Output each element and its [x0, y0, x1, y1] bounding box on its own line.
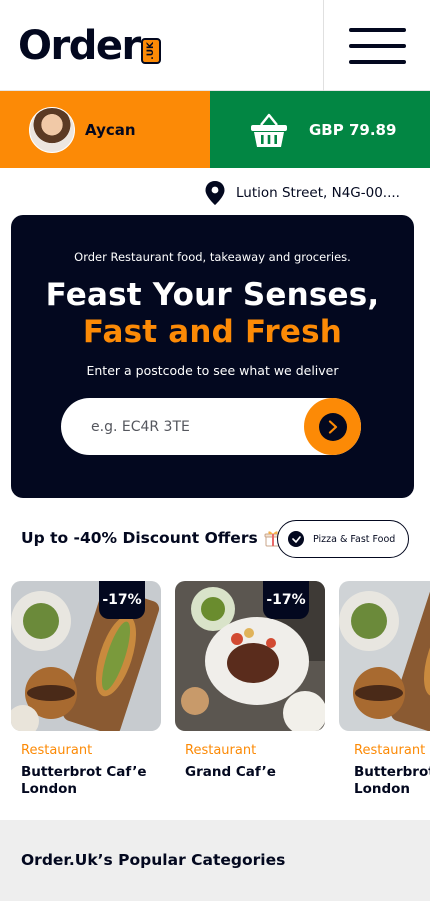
popular-categories-section: Order.Uk’s Popular Categories — [0, 820, 430, 901]
food-photo — [339, 581, 430, 731]
discount-badge: -17% — [99, 581, 145, 619]
card-restaurant-name: Grand Caf’e — [185, 764, 276, 780]
offer-card[interactable]: Restaurant Butterbrot Caf’e London — [339, 581, 430, 797]
logo-badge: .UK — [140, 38, 161, 64]
food-photo: -17% — [175, 581, 325, 731]
offers-title: Up to -40% Discount Offers — [21, 529, 258, 547]
check-icon — [288, 531, 304, 547]
card-restaurant-name: Butterbrot Caf’e London — [21, 764, 147, 797]
hamburger-menu-icon[interactable] — [349, 28, 406, 64]
discount-badge: -17% — [263, 581, 309, 619]
location-address: Lution Street, N4G-00.... — [236, 185, 400, 201]
postcode-search — [61, 398, 361, 455]
hero-subtitle: Enter a postcode to see what we deliver — [86, 363, 339, 378]
card-category: Restaurant — [185, 743, 257, 758]
logo[interactable]: Order .UK — [18, 26, 161, 66]
hero-title-line2: Fast and Fresh — [82, 314, 343, 350]
hero-tagline: Order Restaurant food, takeaway and groc… — [74, 250, 351, 264]
offer-cards-carousel: -17% Restaurant Butterbrot Caf’e London … — [0, 581, 430, 801]
chevron-right-icon — [318, 412, 347, 441]
offer-card[interactable]: -17% Restaurant Butterbrot Caf’e London — [11, 581, 161, 797]
card-category: Restaurant — [354, 743, 426, 758]
delivery-location[interactable]: Lution Street, N4G-00.... — [205, 180, 400, 206]
header-divider — [323, 0, 324, 91]
avatar — [29, 106, 75, 153]
location-pin-icon — [205, 181, 225, 205]
filter-pizza-fast-food[interactable]: Pizza & Fast Food — [277, 520, 409, 558]
search-submit-button[interactable] — [304, 398, 361, 455]
postcode-input[interactable] — [91, 398, 301, 455]
offers-heading: Up to -40% Discount Offers — [21, 529, 282, 547]
basket-icon — [251, 113, 287, 147]
categories-title: Order.Uk’s Popular Categories — [21, 851, 286, 869]
filter-label: Pizza & Fast Food — [313, 533, 396, 545]
offer-card[interactable]: -17% Restaurant Grand Caf’e — [175, 581, 325, 780]
hero-banner: Order Restaurant food, takeaway and groc… — [11, 215, 414, 498]
card-category: Restaurant — [21, 743, 93, 758]
hero-title-line1: Feast Your Senses, — [45, 277, 380, 313]
food-photo: -17% — [11, 581, 161, 731]
basket-amount: GBP 79.89 — [309, 120, 397, 139]
user-name: Aycan — [85, 120, 136, 139]
basket-button[interactable]: GBP 79.89 — [210, 91, 430, 168]
header: Order .UK — [0, 0, 430, 91]
card-restaurant-name: Butterbrot Caf’e London — [354, 764, 430, 797]
logo-word: Order — [18, 23, 141, 69]
user-account-button[interactable]: Aycan — [0, 91, 210, 168]
